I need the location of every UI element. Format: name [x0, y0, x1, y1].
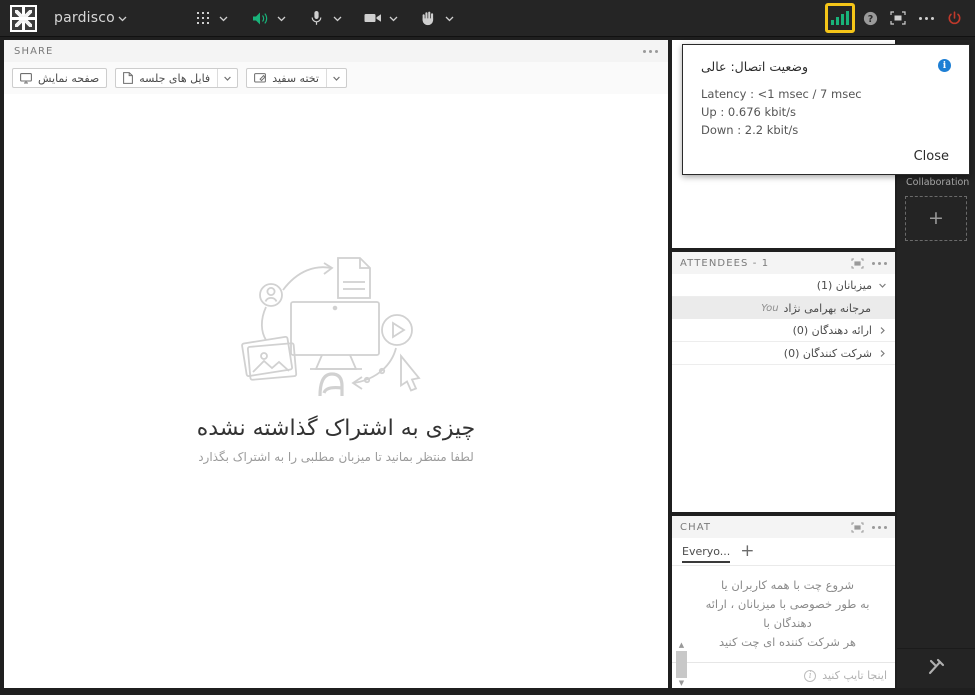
chevron-right-icon [878, 349, 887, 358]
scroll-up-arrow-icon[interactable]: ▲ [679, 642, 684, 649]
share-whiteboard-chevron-down-icon[interactable] [325, 69, 346, 87]
share-pod-more-icon[interactable] [643, 49, 658, 53]
connection-status-title: وضعیت اتصال: عالی [701, 59, 809, 74]
attendee-name: مرجانه بهرامی نژاد [783, 301, 871, 315]
camera-chevron-down-icon[interactable] [386, 10, 402, 26]
network-signal-icon[interactable] [825, 3, 855, 33]
document-icon [123, 72, 134, 84]
chat-message-area: ▲ ▼ شروع چت با همه کاربران یا به طور خصوص… [672, 566, 895, 687]
share-placeholder-illustration [241, 257, 421, 397]
attendees-more-icon[interactable] [872, 261, 887, 265]
share-screen-label: صفحه نمایش [38, 71, 100, 85]
meeting-title: pardisco [54, 10, 115, 26]
connection-download: Down : 2.2 kbit/s [701, 122, 799, 137]
layouts-footer [897, 648, 975, 688]
adobe-connect-logo [10, 4, 37, 32]
close-button[interactable]: Close [914, 149, 951, 164]
chat-fullscreen-icon[interactable] [851, 522, 864, 533]
chat-placeholder-message: شروع چت با همه کاربران یا به طور خصوصی با… [705, 578, 870, 649]
screen-share-icon [20, 72, 32, 84]
fullscreen-icon[interactable] [885, 5, 911, 31]
chat-input-row[interactable]: اینجا تایپ کنید i [672, 662, 895, 688]
speaker-chevron-down-icon[interactable] [274, 10, 290, 26]
chevron-down-icon [878, 281, 887, 290]
layout-label-collaboration: Collaboration [906, 177, 970, 188]
attendees-pod: ATTENDEES - 1 میزبانان (1) مرجانه بهرامی… [672, 252, 895, 512]
share-toolbar: صفحه نمایش فایل های جلسه تخته سفید [4, 62, 668, 94]
chat-scrollbar[interactable]: ▲ ▼ [676, 642, 687, 687]
application-window: pardisco ? SHARE صفحه نمایش فایل های جلس… [0, 0, 975, 695]
share-whiteboard-label: تخته سفید [272, 71, 319, 85]
apps-grid-icon[interactable] [190, 5, 216, 31]
attendee-row-host[interactable]: مرجانه بهرامی نژاد You [672, 297, 895, 319]
attendees-group-hosts-label: میزبانان (1) [816, 278, 872, 292]
chat-input-placeholder: اینجا تایپ کنید [822, 669, 887, 682]
camera-icon[interactable] [360, 5, 386, 31]
connection-latency: Latency : <1 msec / 7 msec [701, 87, 862, 101]
attendees-group-presenters-label: ارائه دهندگان (0) [792, 323, 872, 337]
chat-info-icon[interactable]: i [804, 669, 817, 682]
scroll-down-arrow-icon[interactable]: ▼ [679, 680, 684, 687]
attendees-pod-title: ATTENDEES - 1 [680, 257, 770, 269]
attendees-group-hosts[interactable]: میزبانان (1) [672, 274, 895, 297]
chat-tab-bar: Everyo... + [672, 538, 895, 566]
share-empty-subtitle: لطفا منتظر بمانید تا میزبان مطلبی را به … [198, 450, 474, 464]
speaker-icon[interactable] [248, 5, 274, 31]
microphone-chevron-down-icon[interactable] [330, 10, 346, 26]
preferences-hammer-icon[interactable] [926, 657, 946, 681]
attendees-group-participants[interactable]: شرکت کنندگان (0) [672, 342, 895, 365]
share-whiteboard-button[interactable]: تخته سفید [246, 68, 347, 88]
share-documents-button[interactable]: فایل های جلسه [115, 68, 239, 88]
more-options-icon[interactable] [913, 5, 939, 31]
info-icon[interactable]: i [938, 59, 951, 72]
whiteboard-icon [254, 72, 267, 84]
chat-more-icon[interactable] [872, 525, 887, 529]
top-menu-bar: pardisco ? [0, 0, 975, 37]
chevron-right-icon [878, 326, 887, 335]
share-empty-state: چیزی به اشتراک گذاشته نشده لطفا منتظر بم… [4, 94, 668, 688]
attendees-pod-header: ATTENDEES - 1 [672, 252, 895, 274]
attendees-group-presenters[interactable]: ارائه دهندگان (0) [672, 319, 895, 342]
chat-tab-everyone[interactable]: Everyo... [682, 538, 731, 565]
scroll-thumb[interactable] [676, 651, 687, 678]
help-icon[interactable]: ? [857, 5, 883, 31]
meeting-menu-chevron-down-icon[interactable] [115, 10, 131, 26]
attendees-list-body [672, 365, 895, 512]
attendees-group-participants-label: شرکت کنندگان (0) [783, 346, 872, 360]
chat-pod-header: CHAT [672, 516, 895, 538]
raise-hand-chevron-down-icon[interactable] [442, 10, 458, 26]
attendees-fullscreen-icon[interactable] [851, 258, 864, 269]
microphone-icon[interactable] [304, 5, 330, 31]
chat-add-tab-icon[interactable]: + [740, 543, 754, 560]
share-pod: SHARE صفحه نمایش فایل های جلسه تخته سفید… [4, 40, 668, 688]
raise-hand-icon[interactable] [416, 5, 442, 31]
topbar-right-group: ? [825, 3, 975, 33]
apps-chevron-down-icon[interactable] [216, 10, 232, 26]
power-end-meeting-icon[interactable] [941, 5, 967, 31]
share-pod-header: SHARE [4, 40, 668, 62]
connection-status-popup: وضعیت اتصال: عالی i Latency : <1 msec / … [682, 44, 970, 175]
chat-pod-title: CHAT [680, 521, 712, 533]
share-pod-title: SHARE [14, 45, 54, 57]
share-documents-chevron-down-icon[interactable] [217, 69, 237, 87]
add-layout-button[interactable]: + [905, 196, 967, 241]
svg-text:?: ? [867, 14, 873, 25]
share-documents-label: فایل های جلسه [139, 71, 211, 85]
share-empty-title: چیزی به اشتراک گذاشته نشده [196, 416, 476, 441]
chat-pod: CHAT Everyo... + ▲ ▼ شروع چت با همه کارب… [672, 516, 895, 688]
connection-stats: Latency : <1 msec / 7 msec Up : 0.676 kb… [701, 86, 951, 139]
connection-popup-header: وضعیت اتصال: عالی i [701, 59, 951, 74]
connection-upload: Up : 0.676 kbit/s [701, 104, 797, 119]
attendee-you-label: You [761, 302, 779, 314]
share-screen-button[interactable]: صفحه نمایش [12, 68, 108, 88]
